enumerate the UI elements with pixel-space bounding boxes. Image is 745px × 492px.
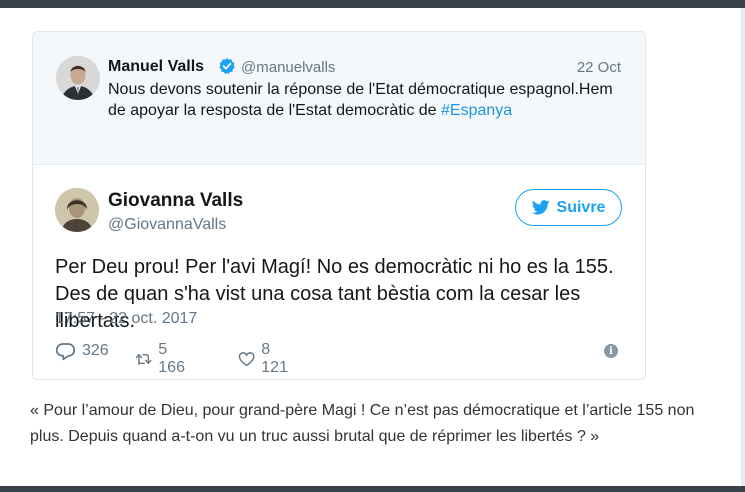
- bottom-bar: [0, 486, 745, 492]
- translation-caption: « Pour l’amour de Dieu, pour grand-père …: [30, 402, 695, 445]
- reply-button[interactable]: 326: [55, 341, 109, 361]
- embedded-tweet-card[interactable]: Manuel Valls @manuelvalls 22 Oct Nous de…: [32, 31, 646, 380]
- author-handle[interactable]: @GiovannaValls: [108, 216, 226, 234]
- avatar[interactable]: [55, 188, 99, 232]
- quoted-author-name[interactable]: Manuel Valls: [108, 58, 204, 76]
- retweet-icon: [135, 354, 152, 365]
- top-bar: [0, 0, 745, 8]
- tweet-timestamp[interactable]: 17:57 - 22 oct. 2017: [55, 310, 197, 328]
- retweet-count: 5 166: [158, 341, 185, 376]
- follow-label: Suivre: [556, 198, 606, 216]
- like-icon: [238, 352, 255, 367]
- retweet-button[interactable]: 5 166: [135, 341, 190, 377]
- reply-count: 326: [82, 342, 109, 359]
- quoted-tweet-body: Nous devons soutenir la réponse de l'Eta…: [108, 81, 613, 119]
- quoted-author-handle[interactable]: @manuelvalls: [241, 59, 335, 76]
- quoted-tweet-text: Nous devons soutenir la réponse de l'Eta…: [108, 79, 613, 121]
- like-count: 8 121: [261, 341, 288, 376]
- hashtag-link[interactable]: #Espanya: [441, 102, 512, 119]
- scrollbar-track[interactable]: [741, 8, 745, 486]
- reply-icon: [55, 343, 76, 361]
- like-button[interactable]: 8 121: [238, 341, 293, 377]
- follow-button[interactable]: Suivre: [515, 189, 622, 226]
- verified-badge-icon: [218, 57, 236, 75]
- quoted-tweet[interactable]: Manuel Valls @manuelvalls 22 Oct Nous de…: [33, 32, 645, 165]
- twitter-bird-icon: [531, 200, 550, 215]
- quoted-tweet-date[interactable]: 22 Oct: [577, 59, 621, 76]
- author-name[interactable]: Giovanna Valls: [108, 190, 243, 212]
- info-icon[interactable]: i: [604, 344, 618, 358]
- avatar[interactable]: [56, 56, 100, 100]
